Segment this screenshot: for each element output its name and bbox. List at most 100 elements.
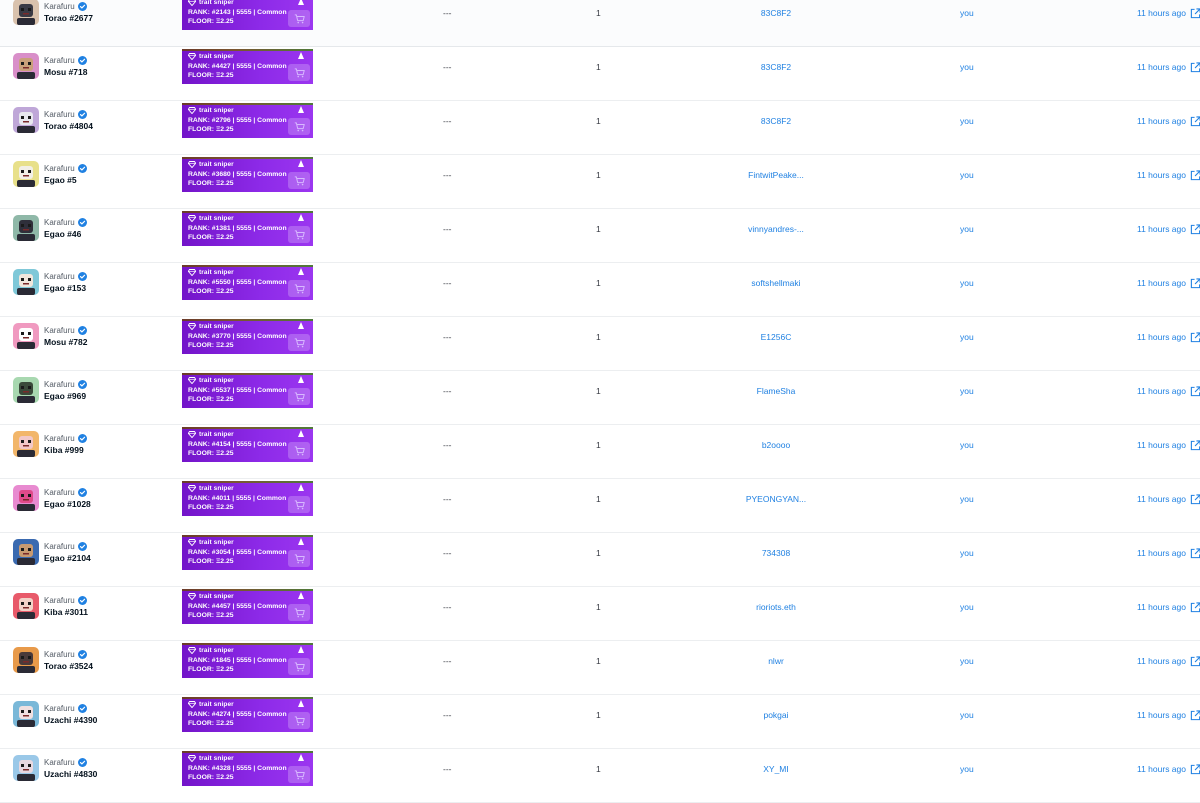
token-name[interactable]: Torao #4804 xyxy=(44,120,93,132)
collection-name[interactable]: Karafuru xyxy=(44,703,75,714)
external-link-icon[interactable] xyxy=(1190,61,1200,73)
to-link[interactable]: you xyxy=(960,439,974,451)
item-cell[interactable]: Karafuru Egao #2104 xyxy=(13,539,91,565)
cart-icon[interactable] xyxy=(288,442,310,459)
collection-name[interactable]: Karafuru xyxy=(44,217,75,228)
table-row[interactable]: Karafuru Egao #2104 trait sniper RANK: #305… xyxy=(0,533,1200,587)
external-link-icon[interactable] xyxy=(1190,763,1200,775)
trait-sniper-card[interactable]: trait sniper RANK: #2143 | 5555 | Common F… xyxy=(182,0,313,30)
time-link[interactable]: 11 hours ago xyxy=(1137,61,1200,73)
trait-sniper-card[interactable]: trait sniper RANK: #1381 | 5555 | Common F… xyxy=(182,211,313,246)
token-name[interactable]: Mosu #718 xyxy=(44,66,87,78)
time-link[interactable]: 11 hours ago xyxy=(1137,493,1200,505)
nft-thumbnail[interactable] xyxy=(13,701,39,727)
external-link-icon[interactable] xyxy=(1190,709,1200,721)
trait-sniper-card[interactable]: trait sniper RANK: #3054 | 5555 | Common F… xyxy=(182,535,313,570)
table-row[interactable]: Karafuru Mosu #718 trait sniper RANK: #4427… xyxy=(0,47,1200,101)
arrow-up-icon[interactable] xyxy=(298,646,304,653)
trait-sniper-card[interactable]: trait sniper RANK: #4328 | 5555 | Common F… xyxy=(182,751,313,786)
cart-icon[interactable] xyxy=(288,334,310,351)
time-label[interactable]: 11 hours ago xyxy=(1137,385,1186,397)
trait-sniper-card[interactable]: trait sniper RANK: #3680 | 5555 | Common F… xyxy=(182,157,313,192)
token-name[interactable]: Torao #2677 xyxy=(44,12,93,24)
collection-name[interactable]: Karafuru xyxy=(44,757,75,768)
time-link[interactable]: 11 hours ago xyxy=(1137,169,1200,181)
token-name[interactable]: Egao #969 xyxy=(44,390,87,402)
trait-sniper-card[interactable]: trait sniper RANK: #4274 | 5555 | Common F… xyxy=(182,697,313,732)
trait-sniper-card[interactable]: trait sniper RANK: #3770 | 5555 | Common F… xyxy=(182,319,313,354)
time-label[interactable]: 11 hours ago xyxy=(1137,223,1186,235)
time-label[interactable]: 11 hours ago xyxy=(1137,763,1186,775)
from-link[interactable]: softshellmaki xyxy=(726,277,826,289)
collection-name[interactable]: Karafuru xyxy=(44,649,75,660)
time-label[interactable]: 11 hours ago xyxy=(1137,655,1186,667)
nft-thumbnail[interactable] xyxy=(13,431,39,457)
external-link-icon[interactable] xyxy=(1190,385,1200,397)
item-cell[interactable]: Karafuru Torao #4804 xyxy=(13,107,93,133)
external-link-icon[interactable] xyxy=(1190,7,1200,19)
time-label[interactable]: 11 hours ago xyxy=(1137,169,1186,181)
time-link[interactable]: 11 hours ago xyxy=(1137,223,1200,235)
token-name[interactable]: Egao #1028 xyxy=(44,498,91,510)
nft-thumbnail[interactable] xyxy=(13,215,39,241)
from-link[interactable]: nlwr xyxy=(726,655,826,667)
time-label[interactable]: 11 hours ago xyxy=(1137,547,1186,559)
to-link[interactable]: you xyxy=(960,331,974,343)
from-link[interactable]: E1256C xyxy=(726,331,826,343)
external-link-icon[interactable] xyxy=(1190,493,1200,505)
token-name[interactable]: Egao #153 xyxy=(44,282,87,294)
cart-icon[interactable] xyxy=(288,64,310,81)
collection-name[interactable]: Karafuru xyxy=(44,487,75,498)
table-row[interactable]: Karafuru Torao #3524 trait sniper RANK: #18… xyxy=(0,641,1200,695)
nft-thumbnail[interactable] xyxy=(13,593,39,619)
time-label[interactable]: 11 hours ago xyxy=(1137,61,1186,73)
trait-sniper-card[interactable]: trait sniper RANK: #4457 | 5555 | Common F… xyxy=(182,589,313,624)
collection-name[interactable]: Karafuru xyxy=(44,109,75,120)
to-link[interactable]: you xyxy=(960,601,974,613)
time-link[interactable]: 11 hours ago xyxy=(1137,331,1200,343)
table-row[interactable]: Karafuru Kiba #3011 trait sniper RANK: #445… xyxy=(0,587,1200,641)
trait-sniper-card[interactable]: trait sniper RANK: #1845 | 5555 | Common F… xyxy=(182,643,313,678)
cart-icon[interactable] xyxy=(288,226,310,243)
table-row[interactable]: Karafuru Egao #969 trait sniper RANK: #5537… xyxy=(0,371,1200,425)
to-link[interactable]: you xyxy=(960,385,974,397)
collection-name[interactable]: Karafuru xyxy=(44,595,75,606)
trait-sniper-card[interactable]: trait sniper RANK: #5537 | 5555 | Common F… xyxy=(182,373,313,408)
item-cell[interactable]: Karafuru Egao #1028 xyxy=(13,485,91,511)
arrow-up-icon[interactable] xyxy=(298,322,304,329)
nft-thumbnail[interactable] xyxy=(13,755,39,781)
arrow-up-icon[interactable] xyxy=(298,754,304,761)
cart-icon[interactable] xyxy=(288,280,310,297)
item-cell[interactable]: Karafuru Uzachi #4390 xyxy=(13,701,97,727)
cart-icon[interactable] xyxy=(288,550,310,567)
from-link[interactable]: pokgai xyxy=(726,709,826,721)
cart-icon[interactable] xyxy=(288,766,310,783)
time-label[interactable]: 11 hours ago xyxy=(1137,439,1186,451)
from-link[interactable]: 83C8F2 xyxy=(726,7,826,19)
from-link[interactable]: PYEONGYAN... xyxy=(726,493,826,505)
collection-name[interactable]: Karafuru xyxy=(44,1,75,12)
from-link[interactable]: 83C8F2 xyxy=(726,115,826,127)
table-row[interactable]: Karafuru Torao #2677 trait sniper RANK: #21… xyxy=(0,0,1200,47)
nft-thumbnail[interactable] xyxy=(13,161,39,187)
arrow-up-icon[interactable] xyxy=(298,484,304,491)
collection-name[interactable]: Karafuru xyxy=(44,541,75,552)
external-link-icon[interactable] xyxy=(1190,169,1200,181)
item-cell[interactable]: Karafuru Mosu #782 xyxy=(13,323,87,349)
table-row[interactable]: Karafuru Uzachi #4830 trait sniper RANK: #4… xyxy=(0,749,1200,803)
token-name[interactable]: Egao #2104 xyxy=(44,552,91,564)
collection-name[interactable]: Karafuru xyxy=(44,379,75,390)
item-cell[interactable]: Karafuru Mosu #718 xyxy=(13,53,87,79)
token-name[interactable]: Torao #3524 xyxy=(44,660,93,672)
item-cell[interactable]: Karafuru Torao #3524 xyxy=(13,647,93,673)
item-cell[interactable]: Karafuru Egao #46 xyxy=(13,215,87,241)
to-link[interactable]: you xyxy=(960,277,974,289)
item-cell[interactable]: Karafuru Uzachi #4830 xyxy=(13,755,97,781)
token-name[interactable]: Kiba #999 xyxy=(44,444,87,456)
nft-thumbnail[interactable] xyxy=(13,0,39,25)
item-cell[interactable]: Karafuru Egao #5 xyxy=(13,161,87,187)
arrow-up-icon[interactable] xyxy=(298,430,304,437)
arrow-up-icon[interactable] xyxy=(298,700,304,707)
from-link[interactable]: FintwitPeake... xyxy=(726,169,826,181)
from-link[interactable]: vinnyandres-... xyxy=(726,223,826,235)
